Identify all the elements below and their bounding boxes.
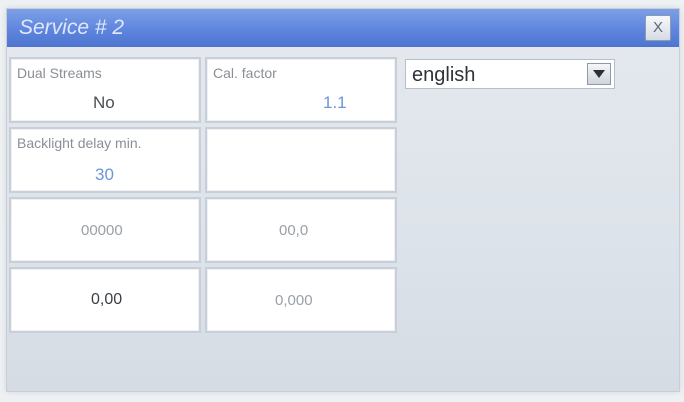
value-c: 0,00 xyxy=(91,291,123,308)
empty-tile[interactable] xyxy=(205,127,397,193)
value-a: 00000 xyxy=(81,222,123,239)
language-select-value: english xyxy=(412,64,476,86)
value-tile-d[interactable]: 0,000 xyxy=(205,267,397,333)
backlight-delay-value: 30 xyxy=(95,165,114,184)
close-icon: X xyxy=(652,19,663,36)
language-select[interactable]: english xyxy=(405,59,615,89)
dual-streams-value: No xyxy=(93,93,115,112)
backlight-delay-tile[interactable]: Backlight delay min. 30 xyxy=(9,127,201,193)
value-d: 0,000 xyxy=(275,292,313,309)
dual-streams-label: Dual Streams xyxy=(17,65,102,81)
title-bar: Service # 2 X xyxy=(7,9,679,47)
close-button[interactable]: X xyxy=(645,15,671,41)
window-title: Service # 2 xyxy=(19,16,125,39)
cal-factor-label: Cal. factor xyxy=(213,65,277,81)
dual-streams-tile[interactable]: Dual Streams No xyxy=(9,57,201,123)
value-b: 00,0 xyxy=(279,222,309,239)
value-tile-b[interactable]: 00,0 xyxy=(205,197,397,263)
service-panel: Service # 2 X Dual Streams No Cal. facto… xyxy=(6,8,680,392)
value-tile-c[interactable]: 0,00 xyxy=(9,267,201,333)
cal-factor-tile[interactable]: Cal. factor 1.1 xyxy=(205,57,397,123)
value-tile-a[interactable]: 00000 xyxy=(9,197,201,263)
dropdown-button[interactable] xyxy=(587,63,611,85)
chevron-down-icon xyxy=(593,70,605,78)
backlight-delay-label: Backlight delay min. xyxy=(17,135,142,151)
cal-factor-value: 1.1 xyxy=(323,93,347,112)
